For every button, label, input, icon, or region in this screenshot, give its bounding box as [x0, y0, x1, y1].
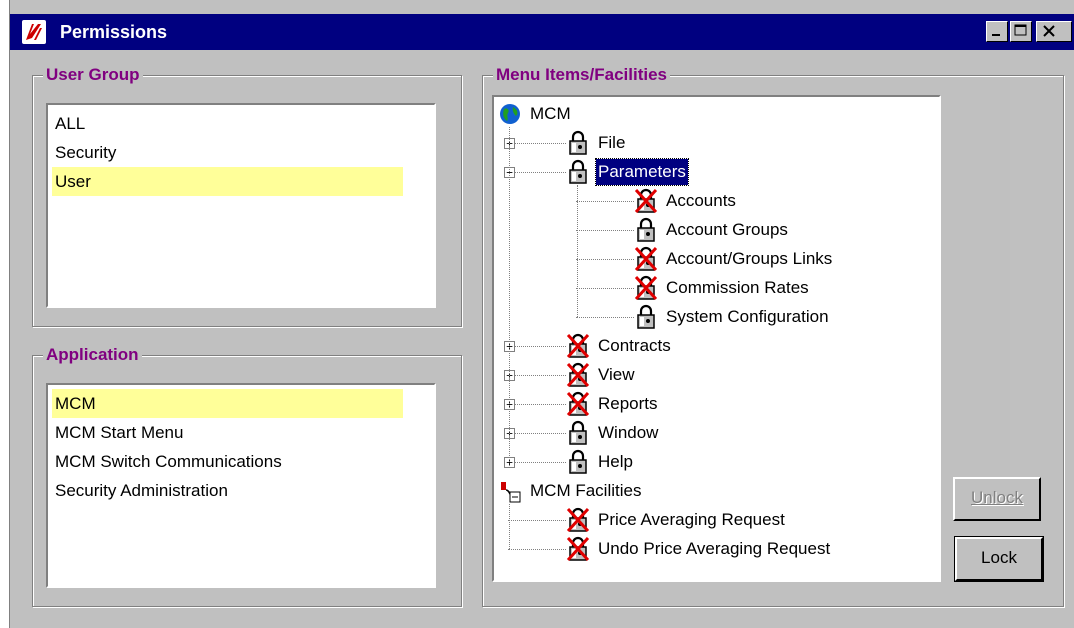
tree-node[interactable]: + Reports	[494, 391, 934, 417]
tree-node-label: Accounts	[666, 191, 736, 210]
menu-items-label: Menu Items/Facilities	[493, 65, 670, 85]
lock-button-label: Lock	[981, 548, 1017, 567]
window-title: Permissions	[60, 22, 168, 42]
app-logo-icon	[22, 20, 46, 44]
tree-node[interactable]: MCM Facilities	[494, 478, 934, 504]
tree-connector-line	[508, 172, 566, 173]
list-item-selected[interactable]: MCM	[52, 389, 403, 418]
padlock-locked-icon	[634, 188, 658, 214]
list-item[interactable]: ALL	[52, 109, 85, 138]
padlock-locked-icon	[634, 246, 658, 272]
tree-node[interactable]: Accounts	[494, 188, 934, 214]
tree-node-label: Parameters	[595, 158, 689, 186]
tree-node[interactable]: − Parameters	[494, 158, 934, 186]
padlock-locked-icon	[634, 275, 658, 301]
tree-node[interactable]: Price Averaging Request	[494, 507, 934, 533]
tree-node-label: Reports	[598, 394, 658, 413]
tree-node-label: File	[598, 133, 626, 152]
tree-node[interactable]: + Contracts	[494, 333, 934, 359]
unlock-button-label: Unlock	[971, 488, 1023, 507]
minimize-button[interactable]	[986, 21, 1008, 42]
tree-node[interactable]: System Configuration	[494, 304, 934, 330]
globe-icon	[498, 101, 522, 127]
tree-connector-line	[509, 127, 510, 462]
padlock-icon	[566, 420, 590, 446]
tree-connector-line	[508, 375, 566, 376]
list-item[interactable]: MCM Switch Communications	[52, 447, 282, 476]
tree-connector-line	[576, 288, 634, 289]
tree-node-label: Account/Groups Links	[666, 249, 833, 268]
maximize-icon	[1014, 24, 1027, 36]
padlock-locked-icon	[566, 333, 590, 359]
title-bar[interactable]: Permissions	[10, 14, 1074, 50]
tree-node-label: Help	[598, 452, 633, 471]
maximize-button[interactable]	[1010, 21, 1032, 42]
tree-node-label: Commission Rates	[666, 278, 809, 297]
tree-connector-line	[508, 549, 566, 550]
tree-node-label: Contracts	[598, 336, 671, 355]
padlock-icon	[634, 217, 658, 243]
tree-connector-line	[576, 317, 634, 318]
facilities-icon	[498, 478, 522, 504]
list-item[interactable]: Security	[52, 138, 116, 167]
lock-button[interactable]: Lock	[954, 536, 1044, 582]
tree-node[interactable]: Undo Price Averaging Request	[494, 536, 934, 562]
window-left-edge-shadow	[9, 0, 10, 628]
tree-node-label: System Configuration	[666, 307, 829, 326]
tree-node[interactable]: + Help	[494, 449, 934, 475]
tree-node[interactable]: + View	[494, 362, 934, 388]
tree-connector-line	[577, 185, 578, 317]
tree-node-label: MCM Facilities	[530, 481, 642, 500]
tree-node[interactable]: Commission Rates	[494, 275, 934, 301]
tree-connector-line	[508, 462, 566, 463]
tree-connector-line	[576, 259, 634, 260]
padlock-icon	[566, 130, 590, 156]
padlock-icon	[566, 159, 590, 185]
user-group-label: User Group	[43, 65, 143, 85]
tree-node-label: MCM	[530, 104, 571, 123]
user-group-list[interactable]: ALL Security User	[46, 103, 436, 308]
tree-node-label: View	[598, 365, 635, 384]
padlock-locked-icon	[566, 536, 590, 562]
tree-connector-line	[508, 520, 566, 521]
padlock-locked-icon	[566, 362, 590, 388]
tree-node-label: Account Groups	[666, 220, 788, 239]
permissions-window: Permissions User Group ALL Security User…	[0, 0, 1074, 628]
unlock-button[interactable]: Unlock	[953, 477, 1041, 521]
tree-node-label: Undo Price Averaging Request	[598, 539, 831, 558]
tree-connector-line	[508, 404, 566, 405]
minimize-icon	[992, 34, 1000, 36]
tree-node[interactable]: Account/Groups Links	[494, 246, 934, 272]
menu-items-tree[interactable]: MCM + File − Parameters Accounts Account Group…	[492, 95, 941, 582]
tree-connector-line	[576, 230, 634, 231]
list-item[interactable]: MCM Start Menu	[52, 418, 183, 447]
tree-node[interactable]: + Window	[494, 420, 934, 446]
close-icon	[1043, 25, 1055, 37]
tree-connector-line	[508, 346, 566, 347]
tree-node-label: Window	[598, 423, 659, 442]
tree-node-label: Price Averaging Request	[598, 510, 785, 529]
application-label: Application	[43, 345, 142, 365]
tree-connector-line	[509, 504, 510, 549]
application-list[interactable]: MCM MCM Start Menu MCM Switch Communicat…	[46, 383, 436, 588]
tree-connector-line	[508, 433, 566, 434]
tree-node[interactable]: Account Groups	[494, 217, 934, 243]
tree-node[interactable]: MCM	[494, 101, 934, 127]
padlock-locked-icon	[566, 391, 590, 417]
padlock-locked-icon	[566, 507, 590, 533]
close-button[interactable]	[1036, 21, 1072, 42]
list-item[interactable]: Security Administration	[52, 476, 228, 505]
padlock-icon	[634, 304, 658, 330]
tree-connector-line	[508, 143, 566, 144]
tree-connector-line	[576, 201, 634, 202]
tree-node[interactable]: + File	[494, 130, 934, 156]
list-item-selected[interactable]: User	[52, 167, 403, 196]
padlock-icon	[566, 449, 590, 475]
